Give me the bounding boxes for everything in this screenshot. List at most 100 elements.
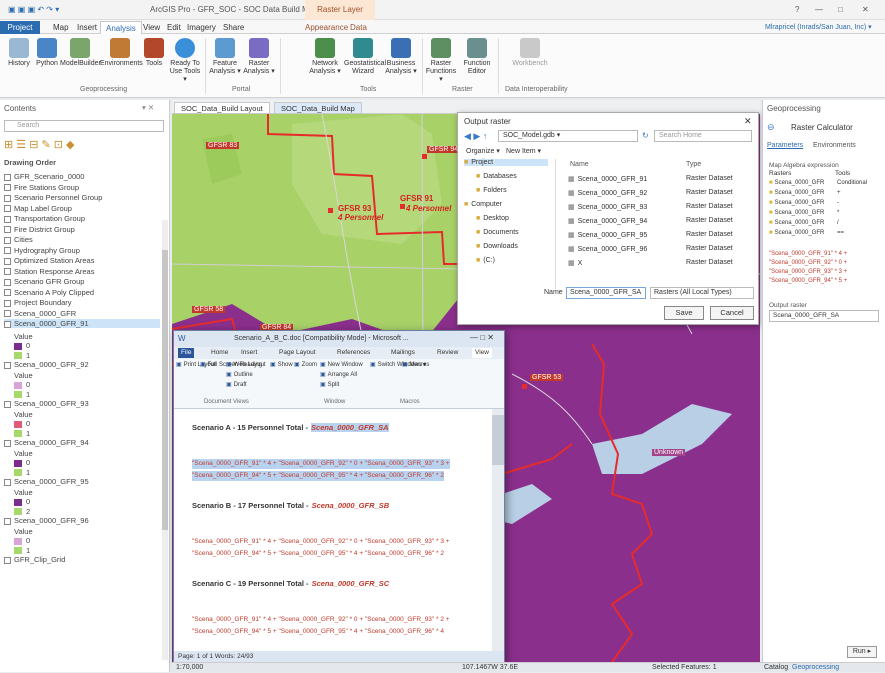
layer-item[interactable]: Scena_0000_GFR_96 xyxy=(4,516,89,525)
feature-analysis-button[interactable]: Feature Analysis ▾ xyxy=(208,38,242,76)
col-type-header[interactable]: Type xyxy=(686,161,701,168)
tab-data[interactable]: Data xyxy=(345,21,372,34)
word-ribbon-button[interactable]: ▣ New Window xyxy=(320,361,363,368)
nav-item[interactable]: ■ Desktop xyxy=(476,215,509,222)
layer-checkbox[interactable] xyxy=(4,194,11,202)
python-button[interactable]: Python xyxy=(30,38,64,68)
word-ribbon-button[interactable]: ▣ Zoom xyxy=(294,361,317,368)
layer-item[interactable]: Scenario Personnel Group xyxy=(4,193,102,202)
location-path-input[interactable]: SOC_Model.gdb ▾ xyxy=(498,130,638,142)
layer-checkbox[interactable] xyxy=(4,247,11,255)
layer-checkbox[interactable] xyxy=(4,205,11,213)
layer-checkbox[interactable] xyxy=(4,289,11,297)
layer-item[interactable]: Fire District Group xyxy=(4,225,75,234)
word-ribbon-button[interactable]: ▣ Web Layout xyxy=(226,361,266,368)
layer-item[interactable]: Cities xyxy=(4,235,33,244)
word-document[interactable]: Scenario A - 15 Personnel Total - Scena_0… xyxy=(174,409,492,651)
word-window-controls[interactable]: — □ ✕ xyxy=(470,333,494,342)
dataset-row[interactable]: ▦ X Raster Dataset xyxy=(568,259,754,271)
geostatistical-wizard-button[interactable]: Geostatistical Wizard xyxy=(344,38,386,76)
word-tab[interactable]: Page Layout xyxy=(276,348,319,358)
environments-button[interactable]: Environments xyxy=(100,38,143,68)
nav-item[interactable]: ■ Databases xyxy=(476,173,517,180)
raster-analysis-button[interactable]: Raster Analysis ▾ xyxy=(242,38,276,76)
layer-checkbox[interactable] xyxy=(4,173,11,181)
back-forward-icons[interactable]: ◀ ▶ ↑ xyxy=(464,131,487,142)
contents-search-input[interactable]: Search xyxy=(4,120,164,132)
word-ribbon-button[interactable]: ▣ Outline xyxy=(226,371,253,378)
raster-list-item[interactable]: ■ Scena_0000_GFR xyxy=(769,180,824,186)
layer-checkbox[interactable] xyxy=(4,517,11,525)
nav-item[interactable]: ■ Project xyxy=(464,159,548,166)
dataset-row[interactable]: ▦ Scena_0000_GFR_92 Raster Dataset xyxy=(568,189,754,201)
raster-list-item[interactable]: ■ Scena_0000_GFR xyxy=(769,200,824,206)
layer-checkbox[interactable] xyxy=(4,439,11,447)
layer-checkbox[interactable] xyxy=(4,215,11,223)
modelbuilder-button[interactable]: ModelBuilder xyxy=(60,38,101,68)
layer-item[interactable]: Fire Stations Group xyxy=(4,183,79,192)
raster-list-item[interactable]: ■ Scena_0000_GFR xyxy=(769,230,824,236)
word-tab[interactable]: Review xyxy=(434,348,461,358)
nav-item[interactable]: ■ Downloads xyxy=(476,243,518,250)
help-icon[interactable]: ? xyxy=(795,5,799,14)
nav-item[interactable]: ■ Documents xyxy=(476,229,519,236)
function-editor-button[interactable]: Function Editor xyxy=(460,38,494,76)
layer-item[interactable]: Project Boundary xyxy=(4,298,72,307)
layer-checkbox[interactable] xyxy=(4,478,11,486)
organize-button[interactable]: Organize ▾ xyxy=(466,147,500,155)
cancel-button[interactable]: Cancel xyxy=(710,306,754,320)
ready-to-use-tools-button[interactable]: Ready To Use Tools ▾ xyxy=(168,38,202,84)
dialog-search-input[interactable]: Search Home xyxy=(654,130,752,142)
tool-list-item[interactable]: * xyxy=(837,210,839,216)
dataset-row[interactable]: ▦ Scena_0000_GFR_96 Raster Dataset xyxy=(568,245,754,257)
network-analysis-button[interactable]: Network Analysis ▾ xyxy=(308,38,342,76)
col-name-header[interactable]: Name xyxy=(570,161,589,168)
dataset-row[interactable]: ▦ Scena_0000_GFR_94 Raster Dataset xyxy=(568,217,754,229)
dataset-row[interactable]: ▦ Scena_0000_GFR_93 Raster Dataset xyxy=(568,203,754,215)
pane-pin-icon[interactable]: ▾ ✕ xyxy=(142,103,154,112)
save-button[interactable]: Save xyxy=(664,306,704,320)
run-button[interactable]: Run ▸ xyxy=(847,646,877,658)
layer-checkbox[interactable] xyxy=(4,236,11,244)
contents-scrollbar[interactable] xyxy=(162,220,168,660)
layer-item[interactable]: Scenario A Poly Clipped xyxy=(4,288,94,297)
refresh-icon[interactable]: ↻ xyxy=(642,131,649,140)
layer-item[interactable]: Scena_0000_GFR_95 xyxy=(4,477,89,486)
word-ribbon-button[interactable]: ▣ Split xyxy=(320,381,339,388)
raster-list-item[interactable]: ■ Scena_0000_GFR xyxy=(769,220,824,226)
output-name-input[interactable]: Scena_0000_GFR_SA xyxy=(566,287,646,299)
layer-checkbox[interactable] xyxy=(4,556,11,564)
layer-item[interactable]: Scena_0000_GFR_91 xyxy=(4,319,160,328)
tool-list-item[interactable]: == xyxy=(837,230,844,236)
nav-item[interactable]: ■ (C:) xyxy=(476,257,495,264)
word-tab[interactable]: Home xyxy=(208,348,231,358)
layer-item[interactable]: Scena_0000_GFR xyxy=(4,309,76,318)
new-item-button[interactable]: New Item ▾ xyxy=(506,147,541,155)
tab-project[interactable]: Project xyxy=(0,21,40,34)
layer-item[interactable]: Scenario GFR Group xyxy=(4,277,84,286)
tool-list-item[interactable]: + xyxy=(837,190,841,196)
expression-box[interactable]: "Scena_0000_GFR_91" * 4 + "Scena_0000_GFR… xyxy=(769,250,883,290)
type-filter-select[interactable]: Rasters (All Local Types) xyxy=(650,287,754,299)
tab-parameters[interactable]: Parameters xyxy=(767,142,803,149)
tab-layout[interactable]: SOC_Data_Build Layout xyxy=(174,102,270,114)
layer-item[interactable]: GFR_Scenario_0000 xyxy=(4,172,84,181)
layer-item[interactable]: GFR_Clip_Grid xyxy=(4,555,65,564)
word-tab[interactable]: Insert xyxy=(238,348,260,358)
layer-checkbox[interactable] xyxy=(4,257,11,265)
layer-checkbox[interactable] xyxy=(4,226,11,234)
dataset-row[interactable]: ▦ Scena_0000_GFR_95 Raster Dataset xyxy=(568,231,754,243)
raster-list-item[interactable]: ■ Scena_0000_GFR xyxy=(769,190,824,196)
word-tab[interactable]: File xyxy=(178,348,195,358)
word-tab[interactable]: Mailings xyxy=(388,348,418,358)
raster-list-item[interactable]: ■ Scena_0000_GFR xyxy=(769,210,824,216)
user-account[interactable]: Mlrapricel (Inrads/San Juan, Inc) ▾ xyxy=(760,21,877,34)
word-ribbon-button[interactable]: ▣ Draft xyxy=(226,381,247,388)
maximize-icon[interactable]: □ xyxy=(838,5,843,14)
layer-checkbox[interactable] xyxy=(4,361,11,369)
layer-item[interactable]: Transportation Group xyxy=(4,214,85,223)
workbench-button[interactable]: Workbench xyxy=(510,38,550,68)
layer-checkbox[interactable] xyxy=(4,268,11,276)
layer-item[interactable]: Station Response Areas xyxy=(4,267,94,276)
layer-checkbox[interactable] xyxy=(4,299,11,307)
